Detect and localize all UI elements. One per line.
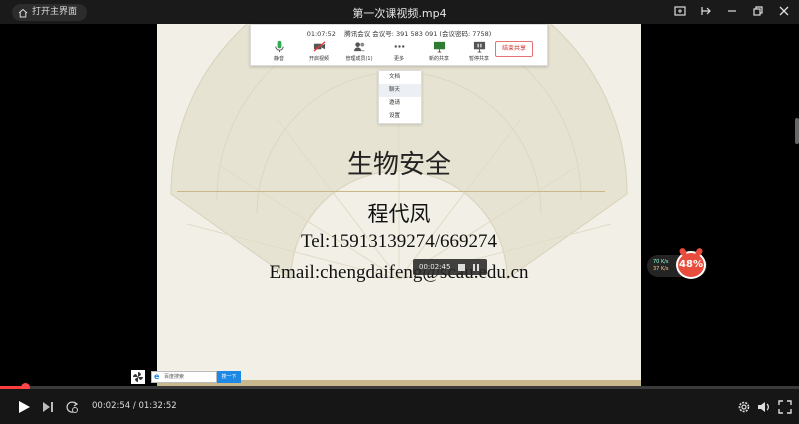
mute-button[interactable]: 静音: [261, 39, 297, 62]
slide-divider: [177, 191, 605, 192]
more-label: 更多: [393, 56, 404, 62]
pinwheel-icon: [133, 372, 143, 382]
volume-icon: [758, 402, 769, 412]
stop-recording-icon[interactable]: [458, 263, 466, 271]
pause-recording-icon[interactable]: [473, 263, 480, 271]
web-search-input[interactable]: 百度搜索: [151, 371, 217, 383]
scrollbar-thumb[interactable]: [795, 118, 799, 144]
start-video-button[interactable]: 开启视频: [301, 39, 337, 62]
minimize-icon: [728, 10, 736, 12]
minimize-button[interactable]: [725, 4, 739, 18]
mute-label: 静音: [273, 56, 284, 62]
meeting-info: 01:07:52 腾讯会议 会议号: 391 583 091 (会议密码: 77…: [251, 28, 547, 38]
loop-button[interactable]: [64, 399, 80, 415]
screenshot-button[interactable]: [673, 4, 687, 18]
gear-icon: [738, 401, 750, 413]
download-speed: 37 K/s: [653, 266, 669, 272]
play-button[interactable]: [16, 399, 32, 415]
close-icon: [779, 6, 789, 16]
manage-members-label: 管理成员(1): [345, 56, 373, 62]
slide-author: 程代凤: [367, 202, 431, 226]
new-share-button[interactable]: 新的共享: [421, 39, 457, 62]
next-button[interactable]: [40, 399, 56, 415]
meeting-id-info: 腾讯会议 会议号: 391 583 091 (会议密码: 7758): [344, 30, 492, 38]
title-bar: 打开主界面 第一次课视频.mp4: [0, 0, 799, 24]
current-time: 00:02:54: [92, 401, 131, 411]
play-icon: [19, 401, 30, 413]
meeting-duration: 01:07:52: [306, 30, 336, 38]
new-share-label: 新的共享: [428, 56, 449, 62]
manage-members-button[interactable]: 管理成员(1): [341, 39, 377, 62]
meeting-tool-list: 静音 开启视频 管理成员(1) 更多 新的共享 暂停共享: [261, 39, 497, 62]
pin-icon: [701, 7, 711, 15]
start-video-label: 开启视频: [308, 56, 329, 62]
loop-icon: [66, 401, 79, 413]
more-button[interactable]: 更多: [381, 39, 417, 62]
recording-time: 00:02:45: [419, 263, 451, 271]
more-menu: 文档 聊天 邀请 设置: [378, 70, 422, 124]
web-search-button[interactable]: 搜一下: [217, 371, 241, 383]
upload-speed: 70 K/s: [653, 259, 669, 265]
playback-time: 00:02:54 / 01:32:52: [92, 401, 177, 411]
pin-button[interactable]: [699, 4, 713, 18]
player-controls: 00:02:54 / 01:32:52: [0, 389, 799, 424]
pause-share-icon: [473, 41, 485, 53]
close-button[interactable]: [777, 4, 791, 18]
app-logo: [131, 370, 145, 384]
skip-next-icon: [43, 402, 53, 412]
menu-item-chat[interactable]: 聊天: [379, 84, 421, 97]
settings-button[interactable]: [736, 399, 752, 415]
volume-button[interactable]: [756, 399, 772, 415]
members-icon: [353, 41, 365, 51]
pause-share-button[interactable]: 暂停共享: [461, 39, 497, 62]
restore-button[interactable]: [751, 4, 765, 18]
network-speeds: 70 K/s 37 K/s: [653, 259, 669, 273]
mic-icon: [274, 40, 284, 52]
stop-share-button[interactable]: 结束共享: [495, 41, 533, 57]
network-percent-badge[interactable]: 48%: [676, 251, 706, 279]
slide-title: 生物安全: [346, 150, 451, 180]
meeting-toolbar: 01:07:52 腾讯会议 会议号: 391 583 091 (会议密码: 77…: [250, 24, 548, 66]
menu-item-invite[interactable]: 邀请: [379, 97, 421, 110]
screenshot-icon: [674, 6, 686, 16]
total-time: 01:32:52: [138, 401, 177, 411]
menu-item-settings[interactable]: 设置: [379, 110, 421, 123]
new-share-icon: [433, 41, 445, 53]
window-controls: [673, 4, 791, 18]
menu-item-document[interactable]: 文档: [379, 71, 421, 84]
slide-telephone: Tel:15913139274/669274: [300, 231, 498, 252]
video-area[interactable]: 生物安全 程代凤 Tel:15913139274/669274 Email:ch…: [0, 24, 799, 386]
slide-email: Email:chengdaifeng@scau.edu.cn: [269, 262, 529, 283]
recording-bar: 00:02:45: [413, 259, 487, 275]
fullscreen-button[interactable]: [777, 399, 793, 415]
search-toolbar: 百度搜索 搜一下: [131, 370, 244, 384]
more-icon: [394, 44, 404, 48]
pause-share-label: 暂停共享: [468, 56, 489, 62]
restore-icon: [753, 6, 763, 16]
fullscreen-icon: [778, 400, 792, 414]
camera-off-icon: [313, 40, 325, 52]
